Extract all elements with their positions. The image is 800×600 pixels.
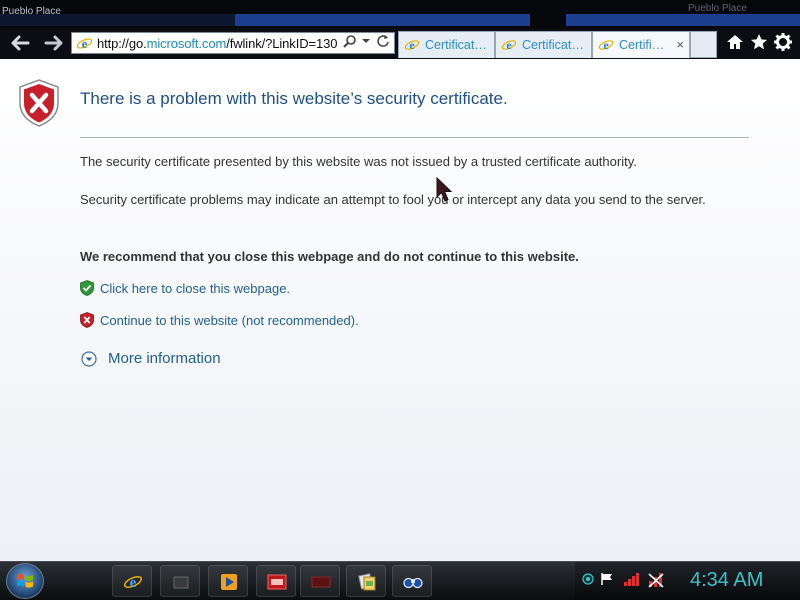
svg-text:e: e <box>82 37 88 51</box>
page-title: There is a problem with this website’s s… <box>80 89 508 108</box>
tab-label: Certificat… <box>425 38 487 52</box>
tab-certificate-3[interactable]: e Certifi… × <box>592 31 690 58</box>
forward-button[interactable] <box>42 32 66 54</box>
title-bar-segment <box>235 14 530 26</box>
internet-explorer-icon: e <box>76 37 93 51</box>
svg-text:e: e <box>130 575 137 591</box>
tab-label: Certificat… <box>522 38 584 52</box>
new-tab-button[interactable] <box>690 31 717 58</box>
signal-bars-icon[interactable] <box>623 572 641 589</box>
taskbar-documents[interactable] <box>346 565 386 597</box>
address-tools <box>341 34 390 51</box>
expand-chevron-icon <box>81 351 97 367</box>
taskbar-clock[interactable]: 4:34 AM <box>690 569 763 592</box>
url-suffix: /fwlink/?LinkID=130 <box>226 36 338 51</box>
star-icon <box>751 34 767 50</box>
system-tray: 4:34 AM <box>575 562 800 600</box>
description-text: The security certificate presented by th… <box>80 154 637 169</box>
internet-explorer-icon: e <box>123 575 143 591</box>
taskbar-internet-explorer[interactable]: e <box>112 565 152 597</box>
tab-certificate-2[interactable]: e Certificat… <box>495 31 592 58</box>
divider <box>80 137 749 138</box>
flag-icon[interactable] <box>600 572 614 589</box>
url-text[interactable]: http://go.microsoft.com/fwlink/?LinkID=1… <box>97 36 338 51</box>
taskbar: e 4:34 AM <box>0 561 800 600</box>
internet-explorer-icon: e <box>404 38 420 52</box>
network-error-icon[interactable] <box>647 572 665 591</box>
more-information-label: More information <box>108 350 221 367</box>
address-bar[interactable]: e http://go.microsoft.com/fwlink/?LinkID… <box>71 32 395 54</box>
svg-text:e: e <box>506 38 512 52</box>
shield-error-icon <box>80 312 94 328</box>
dark-red-app-icon <box>311 576 331 588</box>
app-dark-icon <box>173 576 189 589</box>
chevron-down-icon[interactable] <box>362 34 371 51</box>
refresh-icon[interactable] <box>376 34 390 51</box>
taskbar-binoculars[interactable] <box>392 565 432 597</box>
taskbar-app-dark[interactable] <box>160 565 200 597</box>
tab-label: Certifi… <box>619 38 665 52</box>
url-prefix: http://go. <box>97 36 147 51</box>
window-title: Pueblo Place <box>2 6 61 17</box>
shield-check-icon <box>80 280 94 296</box>
internet-explorer-icon: e <box>598 38 614 52</box>
window-title-ghost: Pueblo Place <box>688 3 747 14</box>
windows-start-icon <box>17 574 33 588</box>
taskbar-red-app[interactable] <box>256 565 296 597</box>
internet-explorer-icon: e <box>501 38 517 52</box>
shield-error-icon <box>19 79 59 127</box>
forward-arrow-icon <box>44 35 63 51</box>
favorites-button[interactable] <box>748 32 770 54</box>
search-icon[interactable] <box>343 34 357 51</box>
close-webpage-link[interactable]: Click here to close this webpage. <box>100 281 290 296</box>
tools-button[interactable] <box>772 32 794 54</box>
network-dot-icon[interactable] <box>582 572 594 588</box>
media-player-icon <box>221 574 237 590</box>
start-button[interactable] <box>6 563 44 599</box>
home-button[interactable] <box>724 32 746 54</box>
title-bar: Pueblo Place Pueblo Place <box>0 0 800 28</box>
close-tab-button[interactable]: × <box>676 37 684 52</box>
recommendation-text: We recommend that you close this webpage… <box>80 249 579 264</box>
tab-certificate-1[interactable]: e Certificat… <box>398 31 495 58</box>
documents-icon <box>358 573 376 591</box>
back-button[interactable] <box>8 32 32 54</box>
taskbar-dark-red-app[interactable] <box>300 565 340 597</box>
mouse-cursor-icon <box>436 177 453 202</box>
red-app-icon <box>267 574 287 590</box>
gear-icon <box>774 33 792 51</box>
url-host: microsoft.com <box>146 36 227 51</box>
warning-text: Security certificate problems may indica… <box>80 192 706 207</box>
svg-text:e: e <box>603 38 609 52</box>
continue-link[interactable]: Continue to this website (not recommende… <box>100 313 359 328</box>
binoculars-icon <box>403 577 423 589</box>
svg-text:e: e <box>409 38 415 52</box>
page-content: There is a problem with this website’s s… <box>0 59 800 561</box>
home-icon <box>727 35 743 49</box>
taskbar-media-player[interactable] <box>208 565 248 597</box>
title-bar-segment <box>566 14 800 26</box>
back-arrow-icon <box>11 35 30 51</box>
